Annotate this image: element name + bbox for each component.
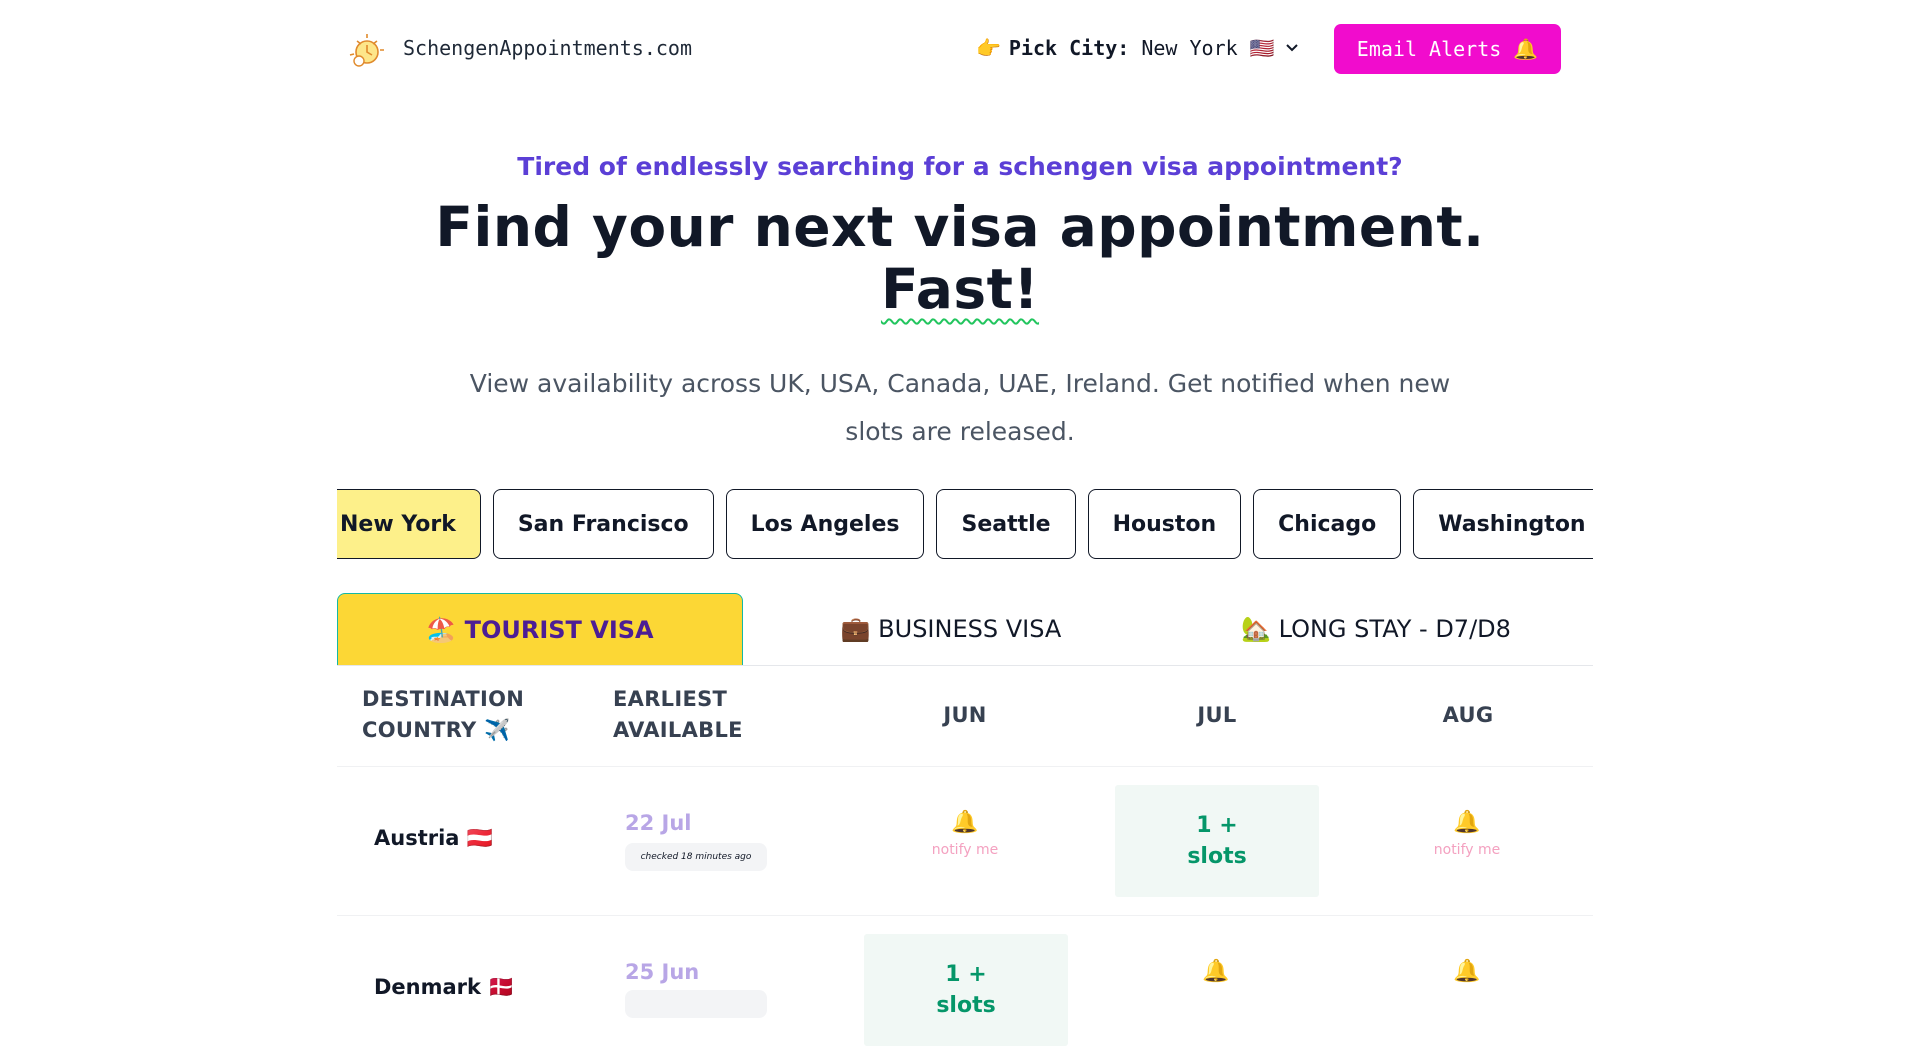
- checked-timestamp: [625, 990, 767, 1018]
- header-month-jun: JUN: [943, 703, 987, 727]
- hero-headline: Find your next visa appointment. Fast!: [0, 196, 1920, 320]
- city-tab-los-angeles[interactable]: Los Angeles: [725, 489, 925, 559]
- hero-headline-line1: Find your next visa appointment.: [435, 195, 1485, 259]
- slots-label: slots: [936, 993, 996, 1018]
- header-country-line1: DESTINATION: [362, 687, 525, 711]
- bell-icon: 🔔: [1453, 959, 1481, 984]
- row-divider: [337, 915, 1593, 916]
- row-divider: [337, 766, 1593, 767]
- header-destination-country: DESTINATION COUNTRY ✈️: [362, 684, 524, 746]
- city-tab-san-francisco[interactable]: San Francisco: [492, 489, 714, 559]
- city-tab-houston[interactable]: Houston: [1087, 489, 1242, 559]
- notify-me-cell[interactable]: 🔔 notify me: [865, 808, 1065, 858]
- slots-available-cell[interactable]: 1 + slots: [1115, 785, 1319, 897]
- header-earliest-line2: AVAILABLE: [613, 718, 743, 742]
- country-name: Denmark 🇩🇰: [374, 975, 515, 999]
- header-earliest-line1: EARLIEST: [613, 687, 728, 711]
- city-tab-washington-dc[interactable]: Washington DC: [1413, 489, 1593, 559]
- slots-count: 1 +: [1196, 813, 1238, 838]
- earliest-date[interactable]: 22 Jul: [625, 811, 692, 835]
- site-name[interactable]: SchengenAppointments.com: [403, 36, 692, 60]
- header-month-jul: JUL: [1197, 703, 1237, 727]
- slots-available-cell[interactable]: 1 + slots: [864, 934, 1068, 1046]
- table-header: DESTINATION COUNTRY ✈️ EARLIEST AVAILABL…: [337, 666, 1593, 766]
- notify-me-label: notify me: [1433, 842, 1501, 858]
- tab-tourist-visa[interactable]: 🏖️ TOURIST VISA: [337, 593, 743, 665]
- bell-icon: 🔔: [1453, 810, 1481, 835]
- city-picker-value: New York: [1141, 36, 1238, 60]
- notify-me-cell[interactable]: 🔔: [1116, 957, 1316, 987]
- bell-icon: 🔔: [1202, 959, 1230, 984]
- site-header: SchengenAppointments.com 👉 Pick City: Ne…: [0, 0, 1920, 96]
- hero-eyebrow: Tired of endlessly searching for a schen…: [517, 152, 1403, 181]
- slots-count: 1 +: [945, 962, 987, 987]
- visa-type-tabs: 🏖️ TOURIST VISA 💼 BUSINESS VISA 🏡 LONG S…: [337, 593, 1593, 665]
- city-tab-new-york[interactable]: New York: [337, 489, 481, 559]
- city-picker[interactable]: 👉 Pick City: New York 🇺🇸: [976, 34, 1299, 62]
- notify-me-cell[interactable]: 🔔: [1367, 957, 1567, 987]
- notify-me-cell[interactable]: 🔔 notify me: [1367, 808, 1567, 858]
- hero-headline-fast: Fast!: [880, 257, 1040, 321]
- hero-subtext: View availability across UK, USA, Canada…: [469, 369, 1451, 446]
- city-tab-seattle[interactable]: Seattle: [936, 489, 1076, 559]
- country-name: Austria 🇦🇹: [374, 826, 493, 850]
- tab-business-visa[interactable]: 💼 BUSINESS VISA: [743, 593, 1159, 665]
- slots-label: slots: [1187, 844, 1247, 869]
- bell-icon: 🔔: [951, 810, 979, 835]
- us-flag-icon: 🇺🇸: [1249, 36, 1275, 60]
- email-alerts-button[interactable]: Email Alerts 🔔: [1334, 24, 1561, 74]
- header-earliest-available: EARLIEST AVAILABLE: [613, 684, 743, 746]
- header-month-aug: AUG: [1442, 703, 1494, 727]
- header-country-line2: COUNTRY ✈️: [362, 718, 511, 742]
- notify-me-label: notify me: [931, 842, 999, 858]
- earliest-date[interactable]: 25 Jun: [625, 960, 699, 984]
- city-tab-chicago[interactable]: Chicago: [1253, 489, 1402, 559]
- alarm-clock-icon[interactable]: [347, 28, 389, 70]
- chevron-down-icon: [1285, 44, 1298, 52]
- checked-timestamp: checked 18 minutes ago: [625, 843, 767, 871]
- tab-long-stay-visa[interactable]: 🏡 LONG STAY - D7/D8: [1159, 593, 1593, 665]
- city-tabs: New York San Francisco Los Angeles Seatt…: [337, 489, 1593, 563]
- pointing-hand-icon: 👉: [976, 36, 1001, 60]
- city-picker-label: Pick City:: [1008, 36, 1130, 60]
